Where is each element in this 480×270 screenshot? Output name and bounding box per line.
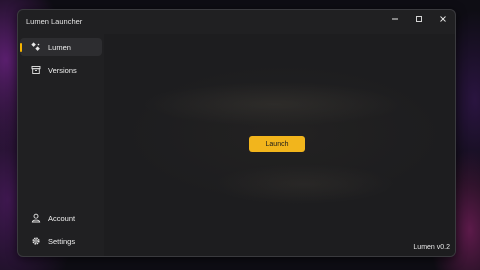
sidebar-item-account[interactable]: Account: [20, 209, 102, 227]
sidebar-item-versions[interactable]: Versions: [20, 61, 102, 79]
maximize-icon: [416, 16, 422, 22]
window-controls: [383, 10, 455, 28]
sidebar-item-settings[interactable]: Settings: [20, 232, 102, 250]
sidebar-item-lumen[interactable]: Lumen: [20, 38, 102, 56]
sidebar-item-label: Settings: [48, 236, 76, 246]
close-button[interactable]: [431, 10, 455, 28]
person-icon: [31, 213, 41, 223]
version-label: Lumen v0.2: [413, 244, 450, 251]
minimize-icon: [392, 18, 398, 20]
lumen-logo-icon: [31, 42, 41, 52]
archive-icon: [31, 65, 41, 75]
close-icon: [440, 16, 446, 22]
sidebar: Lumen Versions Account Settings: [18, 34, 104, 256]
launch-button[interactable]: Launch: [249, 136, 305, 152]
app-window: Lumen Launcher Lumen Versions Account Se…: [17, 9, 456, 257]
sidebar-item-label: Lumen: [48, 42, 71, 52]
window-title: Lumen Launcher: [26, 17, 83, 26]
title-bar[interactable]: Lumen Launcher: [18, 10, 455, 32]
minimize-button[interactable]: [383, 10, 407, 28]
maximize-button[interactable]: [407, 10, 431, 28]
active-indicator: [20, 43, 22, 52]
main-content: Launch Lumen v0.2: [104, 34, 455, 256]
sidebar-item-label: Account: [48, 213, 76, 223]
sidebar-item-label: Versions: [48, 65, 77, 75]
gear-icon: [31, 236, 41, 246]
